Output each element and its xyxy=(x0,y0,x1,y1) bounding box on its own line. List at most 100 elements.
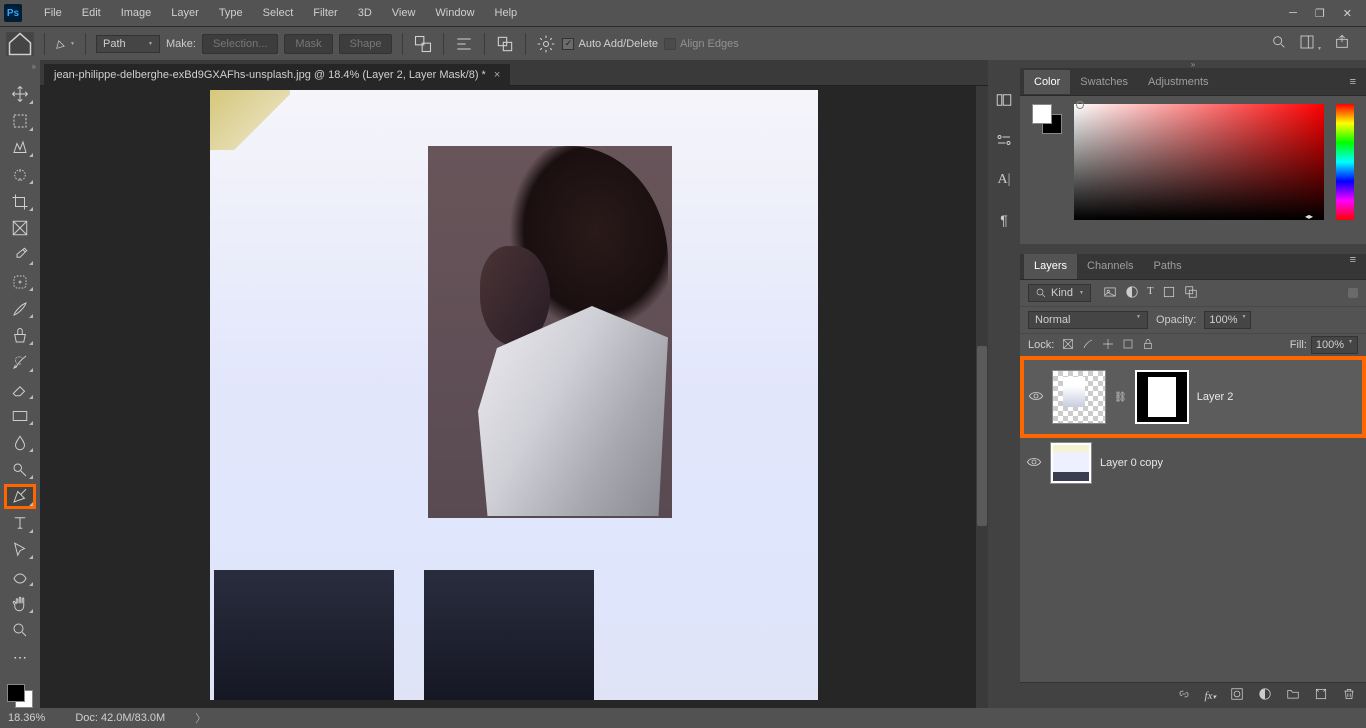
document-tab[interactable]: jean-philippe-delberghe-exBd9GXAFhs-unsp… xyxy=(44,64,510,86)
eraser-tool[interactable] xyxy=(6,379,34,400)
menu-filter[interactable]: Filter xyxy=(303,7,347,19)
make-mask-button[interactable]: Mask xyxy=(284,34,332,54)
menu-layer[interactable]: Layer xyxy=(161,7,209,19)
layer-visibility-icon[interactable] xyxy=(1026,454,1042,473)
properties-panel-icon[interactable] xyxy=(994,130,1014,150)
history-brush-tool[interactable] xyxy=(6,352,34,373)
quick-select-tool[interactable] xyxy=(6,164,34,185)
search-icon[interactable] xyxy=(1271,34,1287,53)
path-alignment-icon[interactable] xyxy=(454,34,474,54)
menu-file[interactable]: File xyxy=(34,7,72,19)
layer-name[interactable]: Layer 0 copy xyxy=(1100,457,1163,469)
dodge-tool[interactable] xyxy=(6,459,34,480)
path-operations-icon[interactable] xyxy=(413,34,433,54)
tab-color[interactable]: Color xyxy=(1024,70,1070,94)
layer-style-icon[interactable]: fx▾ xyxy=(1205,690,1216,702)
window-minimize-icon[interactable]: ─ xyxy=(1289,7,1297,20)
layer-name[interactable]: Layer 2 xyxy=(1197,391,1234,403)
crop-tool[interactable] xyxy=(6,191,34,212)
add-mask-icon[interactable] xyxy=(1230,687,1244,704)
filter-pixel-icon[interactable] xyxy=(1103,285,1117,302)
pen-tool-icon[interactable]: ▼ xyxy=(55,34,75,54)
gradient-tool[interactable] xyxy=(6,406,34,427)
healing-brush-tool[interactable] xyxy=(6,272,34,293)
auto-add-delete-checkbox[interactable]: ✓Auto Add/Delete xyxy=(562,38,658,50)
brush-tool[interactable] xyxy=(6,298,34,319)
menu-help[interactable]: Help xyxy=(485,7,528,19)
document-canvas[interactable] xyxy=(210,90,818,700)
character-panel-icon[interactable]: A| xyxy=(994,170,1014,190)
menu-type[interactable]: Type xyxy=(209,7,253,19)
menu-select[interactable]: Select xyxy=(253,7,304,19)
fill-input[interactable]: 100%▼ xyxy=(1311,336,1358,354)
hue-slider[interactable] xyxy=(1336,104,1354,220)
menu-image[interactable]: Image xyxy=(111,7,162,19)
workspace-switcher-icon[interactable]: ▼ xyxy=(1299,34,1322,53)
new-adjustment-layer-icon[interactable] xyxy=(1258,687,1272,704)
layer-filter-kind[interactable]: Kind▼ xyxy=(1028,284,1091,302)
tab-channels[interactable]: Channels xyxy=(1077,254,1143,279)
window-restore-icon[interactable]: ❐ xyxy=(1315,7,1325,20)
lock-all-icon[interactable] xyxy=(1142,338,1154,353)
gear-icon[interactable] xyxy=(536,34,556,54)
make-shape-button[interactable]: Shape xyxy=(339,34,393,54)
history-panel-icon[interactable] xyxy=(994,90,1014,110)
lock-artboard-icon[interactable] xyxy=(1122,338,1134,353)
color-foreground-background[interactable] xyxy=(1032,104,1062,134)
opacity-input[interactable]: 100%▼ xyxy=(1204,311,1251,329)
layer-thumbnail[interactable] xyxy=(1050,442,1092,484)
zoom-level[interactable]: 18.36% xyxy=(8,712,45,724)
color-picker[interactable] xyxy=(1074,104,1324,220)
make-selection-button[interactable]: Selection... xyxy=(202,34,278,54)
hand-tool[interactable] xyxy=(6,593,34,614)
pen-tool[interactable] xyxy=(6,486,34,507)
path-select-tool[interactable] xyxy=(6,540,34,561)
layer-row[interactable]: Layer 0 copy xyxy=(1020,438,1366,488)
home-button[interactable] xyxy=(6,32,34,56)
vertical-scrollbar[interactable] xyxy=(976,86,988,708)
marquee-tool[interactable] xyxy=(6,111,34,132)
blend-mode-select[interactable]: Normal▼ xyxy=(1028,311,1148,329)
blur-tool[interactable] xyxy=(6,432,34,453)
filter-shape-icon[interactable] xyxy=(1162,285,1176,302)
layer-visibility-icon[interactable] xyxy=(1028,388,1044,407)
layers-panel-menu-icon[interactable]: ≡ xyxy=(1350,254,1362,279)
lasso-tool[interactable] xyxy=(6,138,34,159)
layer-thumbnail[interactable] xyxy=(1052,370,1106,424)
doc-info[interactable]: Doc: 42.0M/83.0M xyxy=(75,712,165,724)
lock-transparency-icon[interactable] xyxy=(1062,338,1074,353)
delete-layer-icon[interactable] xyxy=(1342,687,1356,704)
type-tool[interactable] xyxy=(6,513,34,534)
layer-mask-thumbnail[interactable] xyxy=(1135,370,1189,424)
filter-type-icon[interactable]: T xyxy=(1147,285,1154,302)
tab-swatches[interactable]: Swatches xyxy=(1070,70,1138,94)
tool-mode-select[interactable]: Path▼ xyxy=(96,35,160,53)
mask-link-icon[interactable]: ⛓ xyxy=(1114,392,1127,403)
menu-window[interactable]: Window xyxy=(425,7,484,19)
filter-smart-icon[interactable] xyxy=(1184,285,1198,302)
align-edges-checkbox[interactable]: Align Edges xyxy=(664,38,739,50)
menu-3d[interactable]: 3D xyxy=(348,7,382,19)
new-layer-icon[interactable] xyxy=(1314,687,1328,704)
color-panel-menu-icon[interactable]: ≡ xyxy=(1350,76,1362,88)
new-group-icon[interactable] xyxy=(1286,687,1300,704)
move-tool[interactable] xyxy=(6,84,34,105)
zoom-tool[interactable] xyxy=(6,620,34,641)
link-layers-icon[interactable] xyxy=(1177,687,1191,704)
eyedropper-tool[interactable] xyxy=(6,245,34,266)
clone-stamp-tool[interactable] xyxy=(6,325,34,346)
path-arrangement-icon[interactable] xyxy=(495,34,515,54)
menu-view[interactable]: View xyxy=(382,7,426,19)
share-icon[interactable] xyxy=(1334,34,1350,53)
layer-row[interactable]: ⛓ Layer 2 xyxy=(1020,356,1366,438)
foreground-background-swatch[interactable] xyxy=(7,684,33,709)
filter-toggle[interactable] xyxy=(1348,288,1358,298)
close-tab-icon[interactable]: × xyxy=(494,69,500,81)
edit-toolbar-icon[interactable]: ⋯ xyxy=(6,647,34,668)
window-close-icon[interactable]: ✕ xyxy=(1343,7,1352,20)
tab-paths[interactable]: Paths xyxy=(1144,254,1192,279)
paragraph-panel-icon[interactable]: ¶ xyxy=(994,210,1014,230)
shape-tool[interactable] xyxy=(6,566,34,587)
collapse-panels-icon[interactable]: » xyxy=(1020,60,1366,68)
doc-info-menu-icon[interactable]: 〉 xyxy=(195,710,206,726)
